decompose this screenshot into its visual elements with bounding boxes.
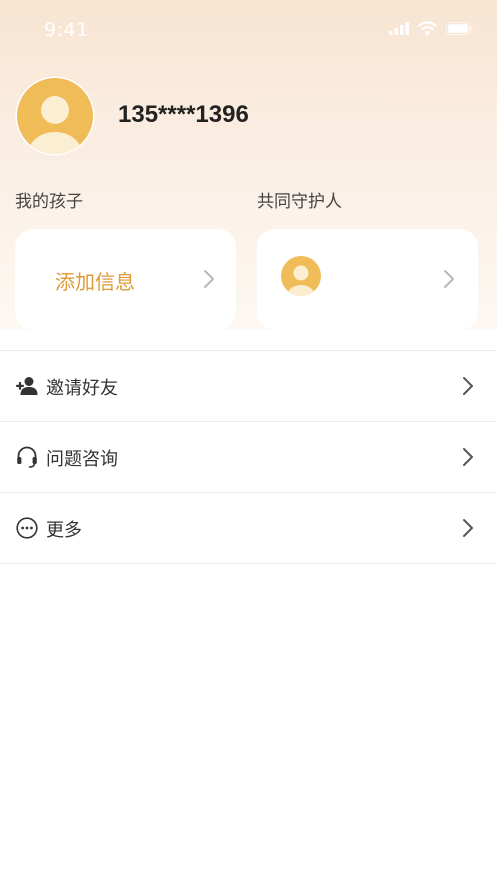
chevron-right-icon — [463, 377, 473, 395]
menu-item-invite-friends[interactable]: 邀请好友 — [0, 351, 497, 422]
guardian-avatar-icon — [281, 256, 321, 296]
battery-icon — [446, 21, 473, 35]
menu-label: 邀请好友 — [46, 378, 118, 399]
chevron-right-icon — [444, 270, 454, 288]
signal-icon — [389, 21, 409, 35]
co-guardian-card[interactable] — [257, 229, 478, 330]
menu-item-more[interactable]: 更多 — [0, 493, 497, 564]
status-icons — [389, 21, 473, 35]
co-guardian-label: 共同守护人 — [257, 192, 342, 212]
menu-item-question-consult[interactable]: 问题咨询 — [0, 422, 497, 493]
chevron-right-icon — [463, 448, 473, 466]
user-avatar-icon — [15, 76, 95, 156]
menu-label: 更多 — [46, 520, 82, 541]
profile-screen: 9:41 135****1396 我的孩子 共同守护人 添加信息 邀请好友 问题… — [0, 0, 497, 883]
status-bar: 9:41 — [0, 0, 497, 60]
menu-list: 邀请好友 问题咨询 更多 — [0, 350, 497, 564]
headset-icon — [17, 446, 37, 468]
user-phone: 135****1396 — [118, 101, 249, 128]
add-info-text: 添加信息 — [55, 270, 135, 294]
status-time: 9:41 — [44, 19, 89, 41]
wifi-icon — [418, 21, 437, 35]
add-user-icon — [16, 377, 38, 395]
user-avatar[interactable] — [15, 76, 95, 156]
add-child-card[interactable]: 添加信息 — [15, 229, 236, 330]
menu-label: 问题咨询 — [46, 449, 118, 470]
chevron-right-icon — [204, 270, 214, 288]
my-children-label: 我的孩子 — [15, 192, 83, 212]
chevron-right-icon — [463, 519, 473, 537]
more-icon — [16, 517, 38, 539]
